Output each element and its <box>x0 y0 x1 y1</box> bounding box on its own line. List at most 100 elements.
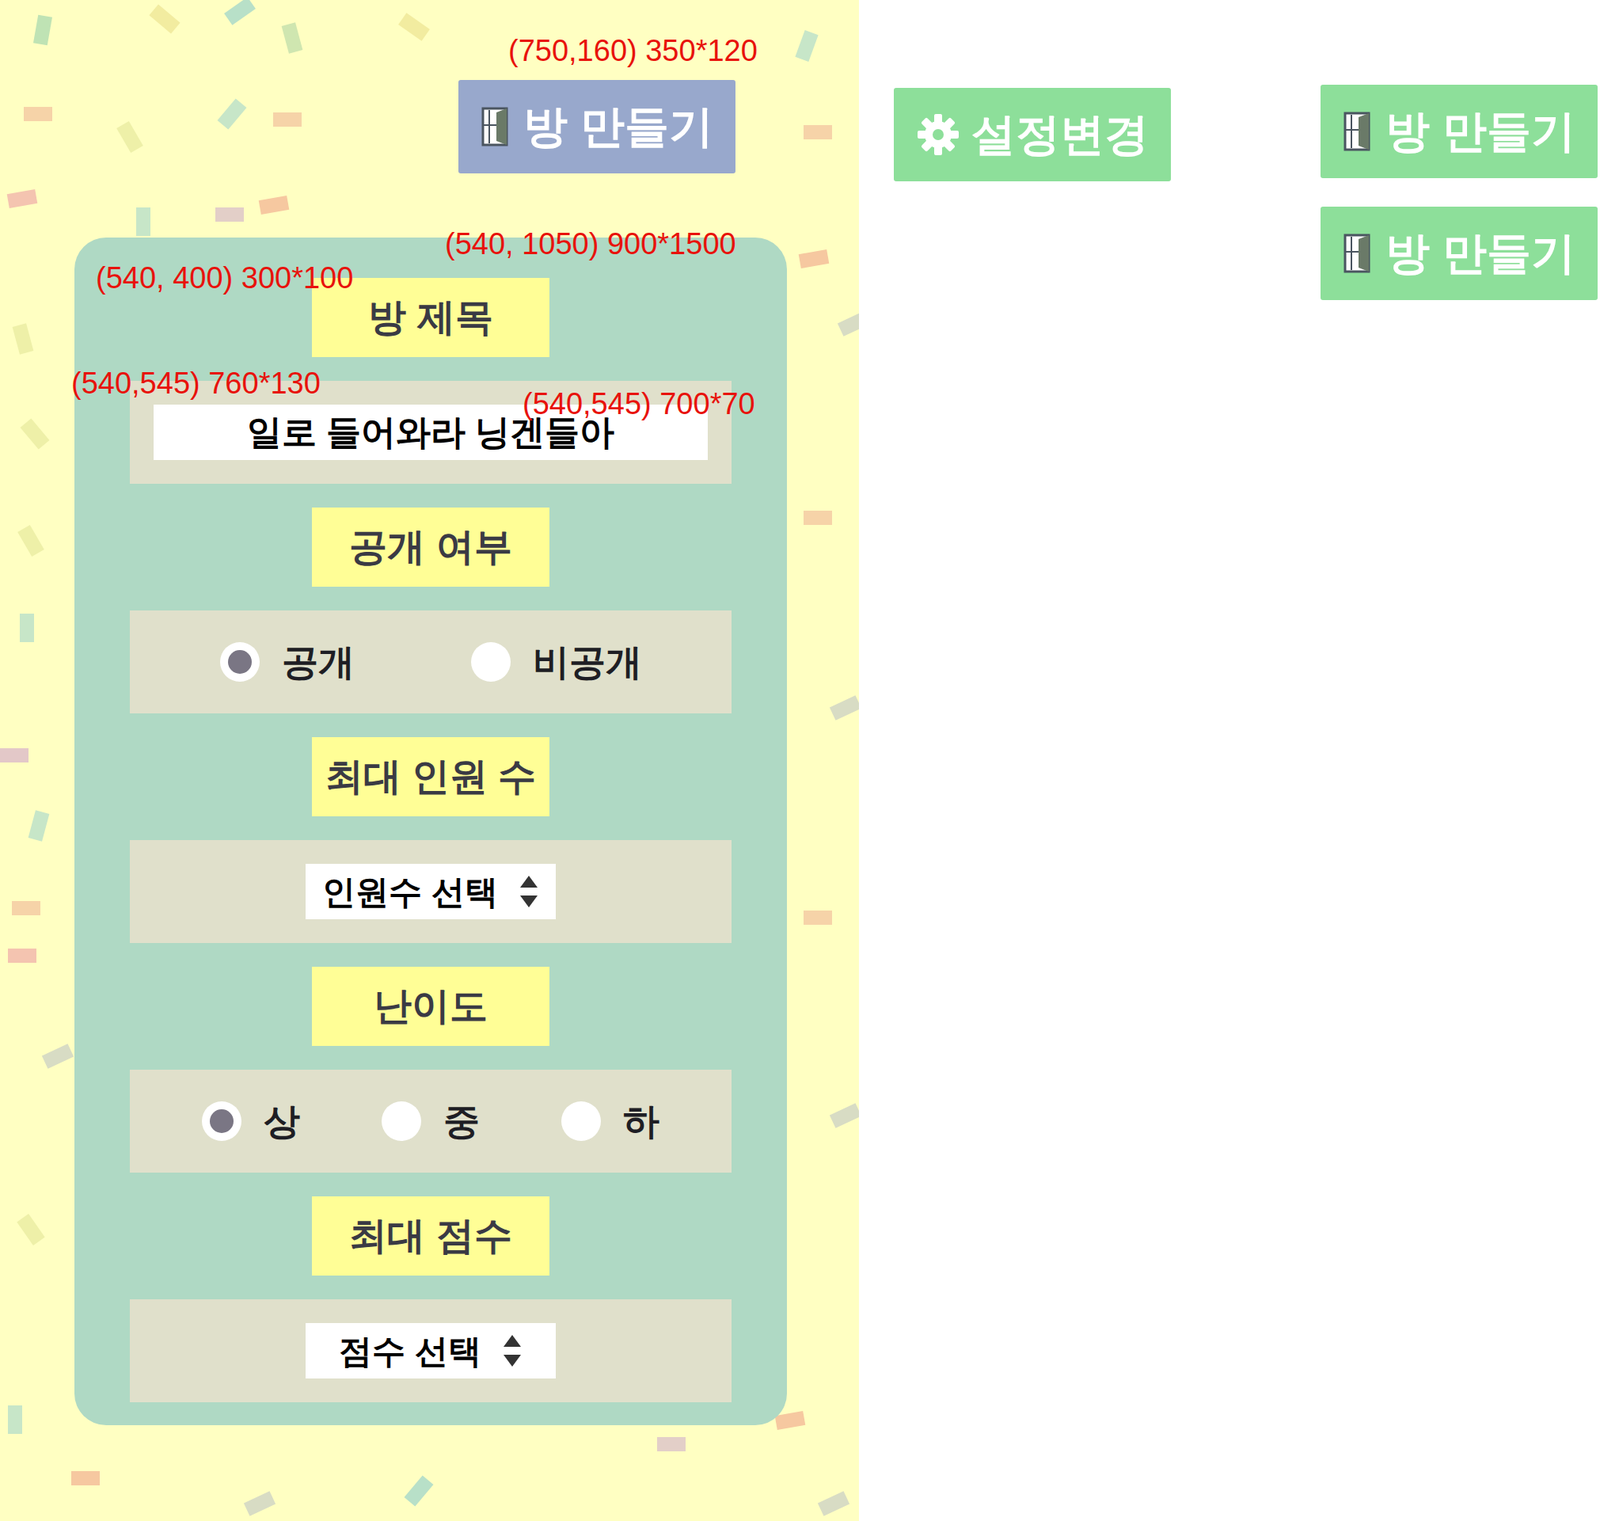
confetti <box>28 809 50 841</box>
select-box[interactable]: 인원수 선택 <box>305 863 556 920</box>
confetti <box>243 1490 276 1517</box>
door-icon <box>1342 110 1375 153</box>
select-value: 점수 선택 <box>338 1326 482 1376</box>
confetti <box>148 4 180 35</box>
confetti <box>12 323 35 354</box>
button-variants: 설정변경방 만들기방 만들기 <box>858 0 1598 1521</box>
section-field: 점수 선택 <box>129 1299 732 1403</box>
section-field: 인원수 선택 <box>129 839 732 943</box>
create-room-button[interactable]: 방 만들기 <box>458 79 736 174</box>
confetti <box>837 311 859 337</box>
confetti <box>136 207 151 236</box>
settings-button[interactable]: 설정변경 <box>893 87 1171 182</box>
spec-annotation: (750,160) 350*120 <box>508 35 758 66</box>
button-label: 설정변경 <box>971 112 1149 157</box>
confetti <box>817 1490 850 1517</box>
door-icon <box>1342 232 1375 274</box>
confetti <box>398 12 430 41</box>
radio-label: 비공개 <box>532 634 643 690</box>
confetti <box>71 1470 100 1486</box>
radio-circle[interactable] <box>561 1101 601 1141</box>
confetti <box>20 418 50 449</box>
button-label: 방 만들기 <box>1385 109 1576 154</box>
door-icon <box>480 106 513 148</box>
confetti <box>803 125 833 140</box>
section-label: 공개 여부 <box>311 507 550 587</box>
radio-label: 공개 <box>281 634 355 690</box>
radio-label: 하 <box>623 1094 660 1149</box>
canvas: 방 만들기 방 제목일로 들어와라 닝겐들아공개 여부공개 비공개최대 인원 수인… <box>0 0 1600 1521</box>
spec-annotation: (540, 1050) 900*1500 <box>444 228 737 259</box>
radio-option[interactable]: 중 <box>381 1094 480 1149</box>
confetti <box>19 613 35 643</box>
confetti <box>41 1043 74 1069</box>
confetti <box>215 207 244 222</box>
select-arrows-icon <box>501 1333 523 1369</box>
section-label-text: 최대 인원 수 <box>325 748 537 806</box>
radio-option[interactable]: 공개 <box>220 634 355 690</box>
confetti <box>217 98 248 130</box>
confetti <box>657 1436 686 1452</box>
confetti <box>273 112 302 127</box>
create-area: 방 만들기 <box>0 0 859 174</box>
radio-option[interactable]: 비공개 <box>471 634 643 690</box>
radio-label: 상 <box>263 1094 301 1149</box>
section-label: 난이도 <box>311 966 550 1046</box>
radio-circle[interactable] <box>201 1101 242 1141</box>
confetti <box>798 249 830 269</box>
gear-icon <box>915 112 961 157</box>
select-value: 인원수 선택 <box>322 866 498 917</box>
spec-annotation: (540,545) 700*70 <box>522 388 756 419</box>
section-field: 일로 들어와라 닝겐들아 <box>129 380 732 484</box>
confetti <box>23 106 53 122</box>
radio-dot <box>209 1109 234 1133</box>
confetti <box>33 15 53 46</box>
confetti <box>0 748 29 763</box>
button-label: 방 만들기 <box>1385 231 1576 276</box>
section-label-text: 공개 여부 <box>349 518 512 576</box>
confetti <box>803 510 833 525</box>
settings-column: 설정변경 <box>858 0 1171 182</box>
room-button-column: 방 만들기방 만들기 <box>1170 0 1598 301</box>
radio-label: 중 <box>443 1094 480 1149</box>
radio-circle[interactable] <box>381 1101 422 1141</box>
confetti <box>829 1102 859 1129</box>
confetti <box>11 900 41 916</box>
spec-annotation: (540,545) 760*130 <box>71 368 321 399</box>
create-room-button[interactable]: 방 만들기 <box>1320 206 1598 301</box>
section-label-text: 난이도 <box>373 977 488 1035</box>
confetti <box>16 1213 45 1246</box>
confetti <box>404 1474 434 1506</box>
radio-dot <box>228 649 252 674</box>
section-label: 최대 점수 <box>311 1196 550 1276</box>
confetti <box>7 189 39 209</box>
select-arrows-icon <box>518 874 540 909</box>
room-title-value: 일로 들어와라 닝겐들아 <box>247 406 615 459</box>
radio-circle[interactable] <box>220 642 260 682</box>
spec-annotation: (540, 400) 300*100 <box>95 262 354 293</box>
confetti <box>116 121 144 153</box>
section-label: 최대 인원 수 <box>311 737 550 817</box>
confetti <box>258 195 290 215</box>
room-title-input[interactable]: 일로 들어와라 닝겐들아 <box>153 404 708 460</box>
radio-option[interactable]: 하 <box>561 1094 660 1149</box>
section-label: 방 제목 <box>311 277 550 358</box>
radio-circle[interactable] <box>471 642 511 682</box>
phone-screen: 방 만들기 방 제목일로 들어와라 닝겐들아공개 여부공개 비공개최대 인원 수인… <box>0 0 859 1521</box>
section-field: 공개 비공개 <box>129 610 732 714</box>
section-label-text: 최대 점수 <box>349 1207 512 1265</box>
section-field: 상중하 <box>129 1069 732 1173</box>
confetti <box>281 22 304 54</box>
confetti <box>803 910 833 925</box>
confetti <box>7 948 37 963</box>
confetti <box>7 1405 23 1434</box>
room-form-panel: 방 제목일로 들어와라 닝겐들아공개 여부공개 비공개최대 인원 수인원수 선택난… <box>74 237 787 1426</box>
select-box[interactable]: 점수 선택 <box>305 1322 556 1379</box>
create-room-label: 방 만들기 <box>523 104 714 149</box>
create-room-button[interactable]: 방 만들기 <box>1320 84 1598 179</box>
radio-option[interactable]: 상 <box>201 1094 301 1149</box>
confetti <box>829 695 859 721</box>
confetti <box>224 0 256 26</box>
confetti <box>17 524 45 557</box>
confetti <box>794 30 818 62</box>
